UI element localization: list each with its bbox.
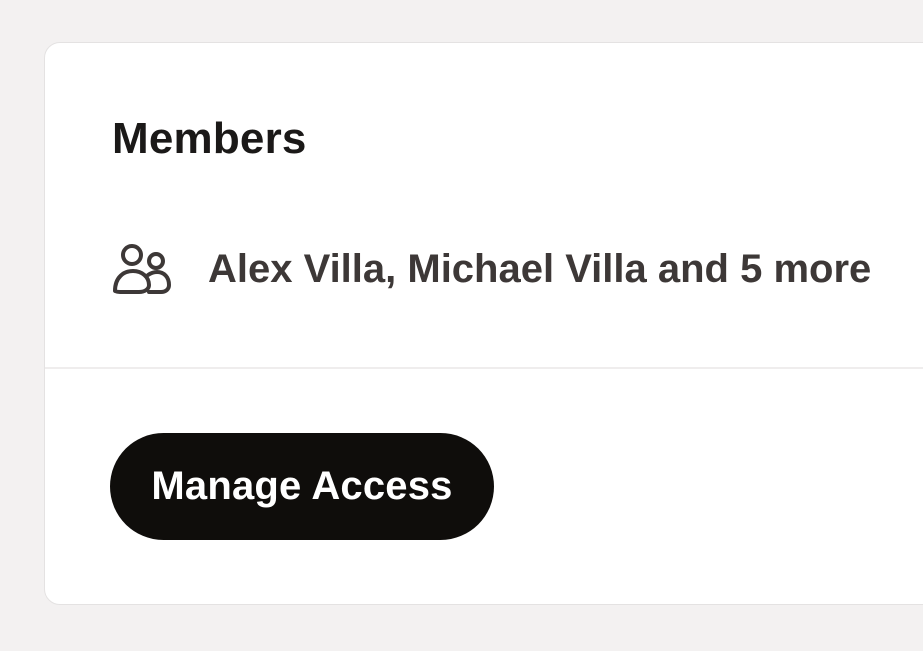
- manage-access-button[interactable]: Manage Access: [110, 433, 494, 540]
- members-title: Members: [112, 114, 307, 163]
- members-summary-text: Alex Villa, Michael Villa and 5 more: [208, 247, 872, 291]
- members-summary-row: Alex Villa, Michael Villa and 5 more: [112, 241, 871, 297]
- people-icon: [112, 241, 172, 297]
- members-section: Members Alex Villa, Michael Villa and 5 …: [45, 43, 923, 369]
- members-card: Members Alex Villa, Michael Villa and 5 …: [44, 42, 923, 605]
